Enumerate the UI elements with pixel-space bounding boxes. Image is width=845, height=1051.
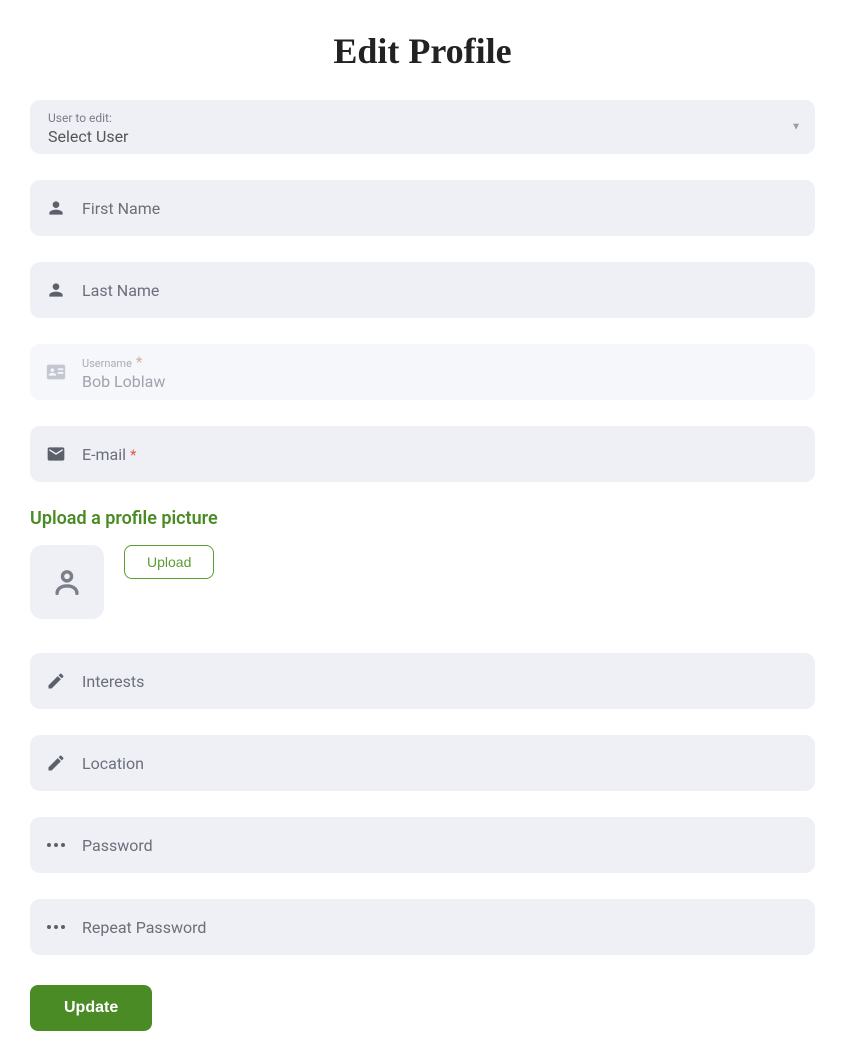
upload-button[interactable]: Upload — [124, 545, 214, 579]
last-name-placeholder: Last Name — [82, 281, 159, 300]
id-card-icon — [44, 360, 68, 384]
user-select[interactable]: User to edit: Select User ▼ — [30, 100, 815, 154]
upload-section-heading: Upload a profile picture — [30, 508, 815, 529]
pencil-icon — [44, 751, 68, 775]
last-name-field[interactable]: Last Name — [30, 262, 815, 318]
username-field[interactable]: Username* Bob Loblaw — [30, 344, 815, 400]
interests-placeholder: Interests — [82, 672, 144, 691]
user-select-value: Select User — [48, 127, 797, 146]
interests-field[interactable]: Interests — [30, 653, 815, 709]
pencil-icon — [44, 669, 68, 693]
upload-row: Upload — [30, 545, 815, 619]
repeat-password-placeholder: Repeat Password — [82, 918, 206, 937]
dots-icon — [44, 915, 68, 939]
chevron-down-icon: ▼ — [791, 122, 801, 133]
first-name-field[interactable]: First Name — [30, 180, 815, 236]
mail-icon — [44, 442, 68, 466]
password-placeholder: Password — [82, 836, 153, 855]
update-button[interactable]: Update — [30, 985, 152, 1031]
location-field[interactable]: Location — [30, 735, 815, 791]
person-outline-icon — [50, 565, 84, 599]
required-indicator: * — [130, 446, 136, 464]
username-label: Username* — [82, 353, 165, 371]
repeat-password-field[interactable]: Repeat Password — [30, 899, 815, 955]
username-value: Bob Loblaw — [82, 372, 165, 391]
dots-icon — [44, 833, 68, 857]
password-field[interactable]: Password — [30, 817, 815, 873]
avatar-placeholder — [30, 545, 104, 619]
person-icon — [44, 196, 68, 220]
required-indicator: * — [136, 353, 142, 371]
user-select-label: User to edit: — [48, 111, 797, 125]
email-placeholder: E-mail* — [82, 445, 137, 464]
page-title: Edit Profile — [30, 30, 815, 72]
email-field[interactable]: E-mail* — [30, 426, 815, 482]
location-placeholder: Location — [82, 754, 144, 773]
first-name-placeholder: First Name — [82, 199, 160, 218]
person-icon — [44, 278, 68, 302]
